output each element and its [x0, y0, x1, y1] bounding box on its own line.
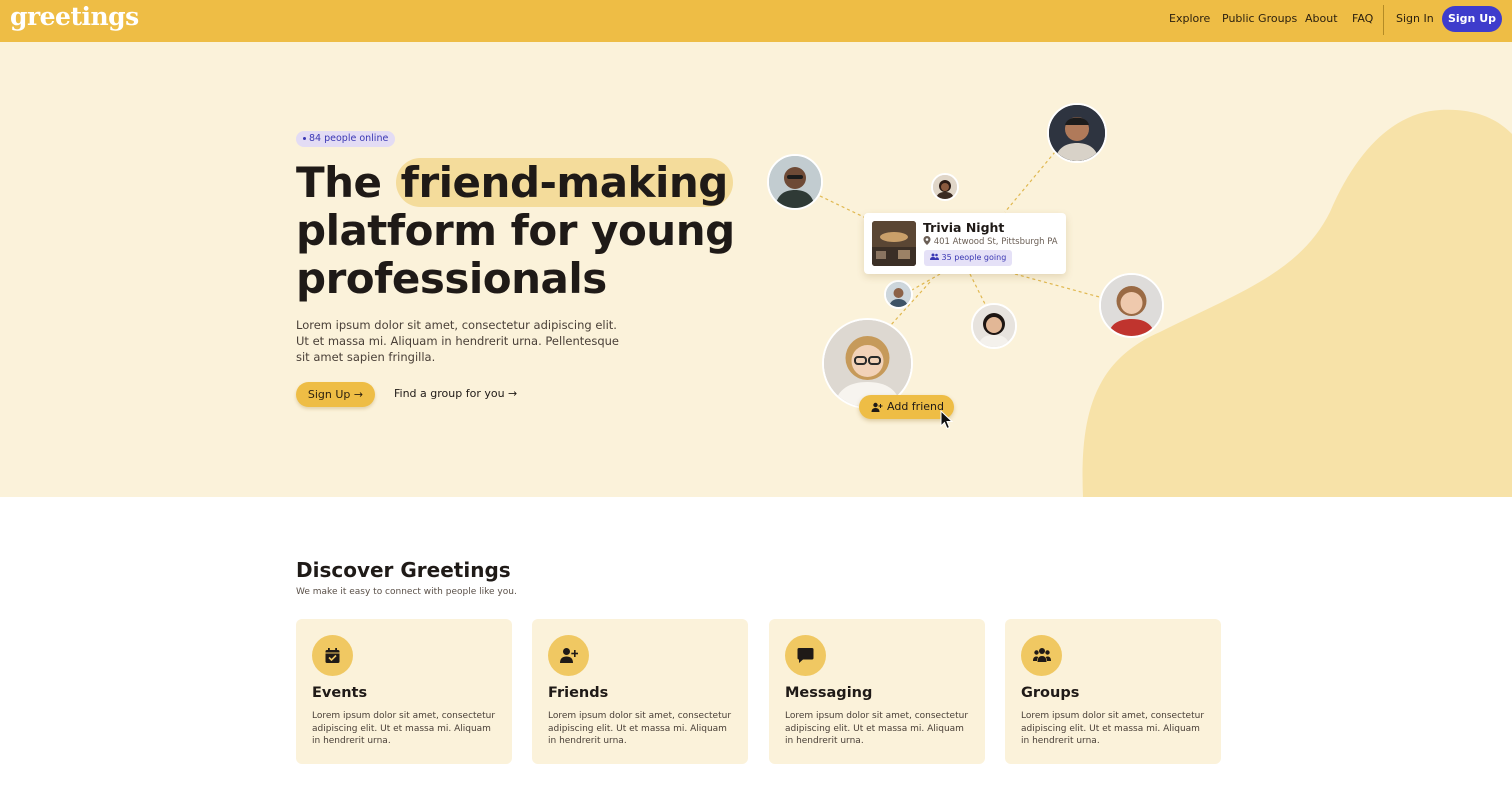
feature-card-messaging[interactable]: Messaging Lorem ipsum dolor sit amet, co… — [769, 619, 985, 764]
event-address: 401 Atwood St, Pittsburgh PA — [923, 236, 1058, 247]
avatar-woman-asian — [971, 303, 1017, 349]
chat-bubble-icon — [785, 635, 826, 676]
discover-title: Discover Greetings — [296, 558, 511, 582]
sign-in-link[interactable]: Sign In — [1396, 12, 1434, 25]
card-title-groups: Groups — [1021, 685, 1080, 701]
user-plus-icon — [548, 635, 589, 676]
avatar-man-small — [884, 280, 913, 309]
hero-section: 84 people online The friend-making platf… — [0, 42, 1512, 497]
top-navbar: greetings Explore Public Groups About FA… — [0, 0, 1512, 42]
nav-link-explore[interactable]: Explore — [1169, 12, 1210, 25]
event-title: Trivia Night — [923, 220, 1005, 235]
avatar-man-glasses — [767, 154, 823, 210]
nav-link-about[interactable]: About — [1305, 12, 1338, 25]
event-thumbnail — [872, 221, 916, 266]
nav-link-faq[interactable]: FAQ — [1352, 12, 1373, 25]
card-body-messaging: Lorem ipsum dolor sit amet, consectetur … — [785, 711, 969, 746]
card-body-events: Lorem ipsum dolor sit amet, consectetur … — [312, 711, 496, 746]
users-group-icon — [1021, 635, 1062, 676]
location-pin-icon — [923, 236, 931, 245]
nav-link-public-groups[interactable]: Public Groups — [1222, 12, 1297, 25]
avatar-man-smiling — [1047, 103, 1107, 163]
card-title-friends: Friends — [548, 685, 609, 701]
nav-divider — [1383, 5, 1384, 35]
feature-card-friends[interactable]: Friends Lorem ipsum dolor sit amet, cons… — [532, 619, 748, 764]
nav-sign-up-button[interactable]: Sign Up — [1442, 6, 1502, 32]
user-plus-icon — [871, 402, 883, 412]
card-body-friends: Lorem ipsum dolor sit amet, consectetur … — [548, 711, 732, 746]
people-going-badge: 35 people going — [924, 250, 1013, 266]
event-card[interactable]: Trivia Night 401 Atwood St, Pittsburgh P… — [864, 213, 1066, 274]
feature-card-events[interactable]: Events Lorem ipsum dolor sit amet, conse… — [296, 619, 512, 764]
feature-card-groups[interactable]: Groups Lorem ipsum dolor sit amet, conse… — [1005, 619, 1221, 764]
greetings-logo[interactable]: greetings — [10, 2, 139, 31]
connection-lines — [819, 151, 1104, 338]
calendar-check-icon — [312, 635, 353, 676]
people-going-text: 35 people going — [941, 253, 1007, 262]
event-address-text: 401 Atwood St, Pittsburgh PA — [933, 237, 1058, 247]
add-friend-label: Add friend — [887, 400, 944, 413]
mouse-cursor-icon — [940, 410, 954, 430]
discover-subtitle: We make it easy to connect with people l… — [296, 587, 517, 597]
card-body-groups: Lorem ipsum dolor sit amet, consectetur … — [1021, 711, 1205, 746]
people-icon — [930, 253, 939, 260]
avatar-woman-small — [931, 173, 959, 201]
card-title-events: Events — [312, 685, 368, 701]
card-title-messaging: Messaging — [785, 685, 873, 701]
avatar-woman-smiling — [1099, 273, 1164, 338]
